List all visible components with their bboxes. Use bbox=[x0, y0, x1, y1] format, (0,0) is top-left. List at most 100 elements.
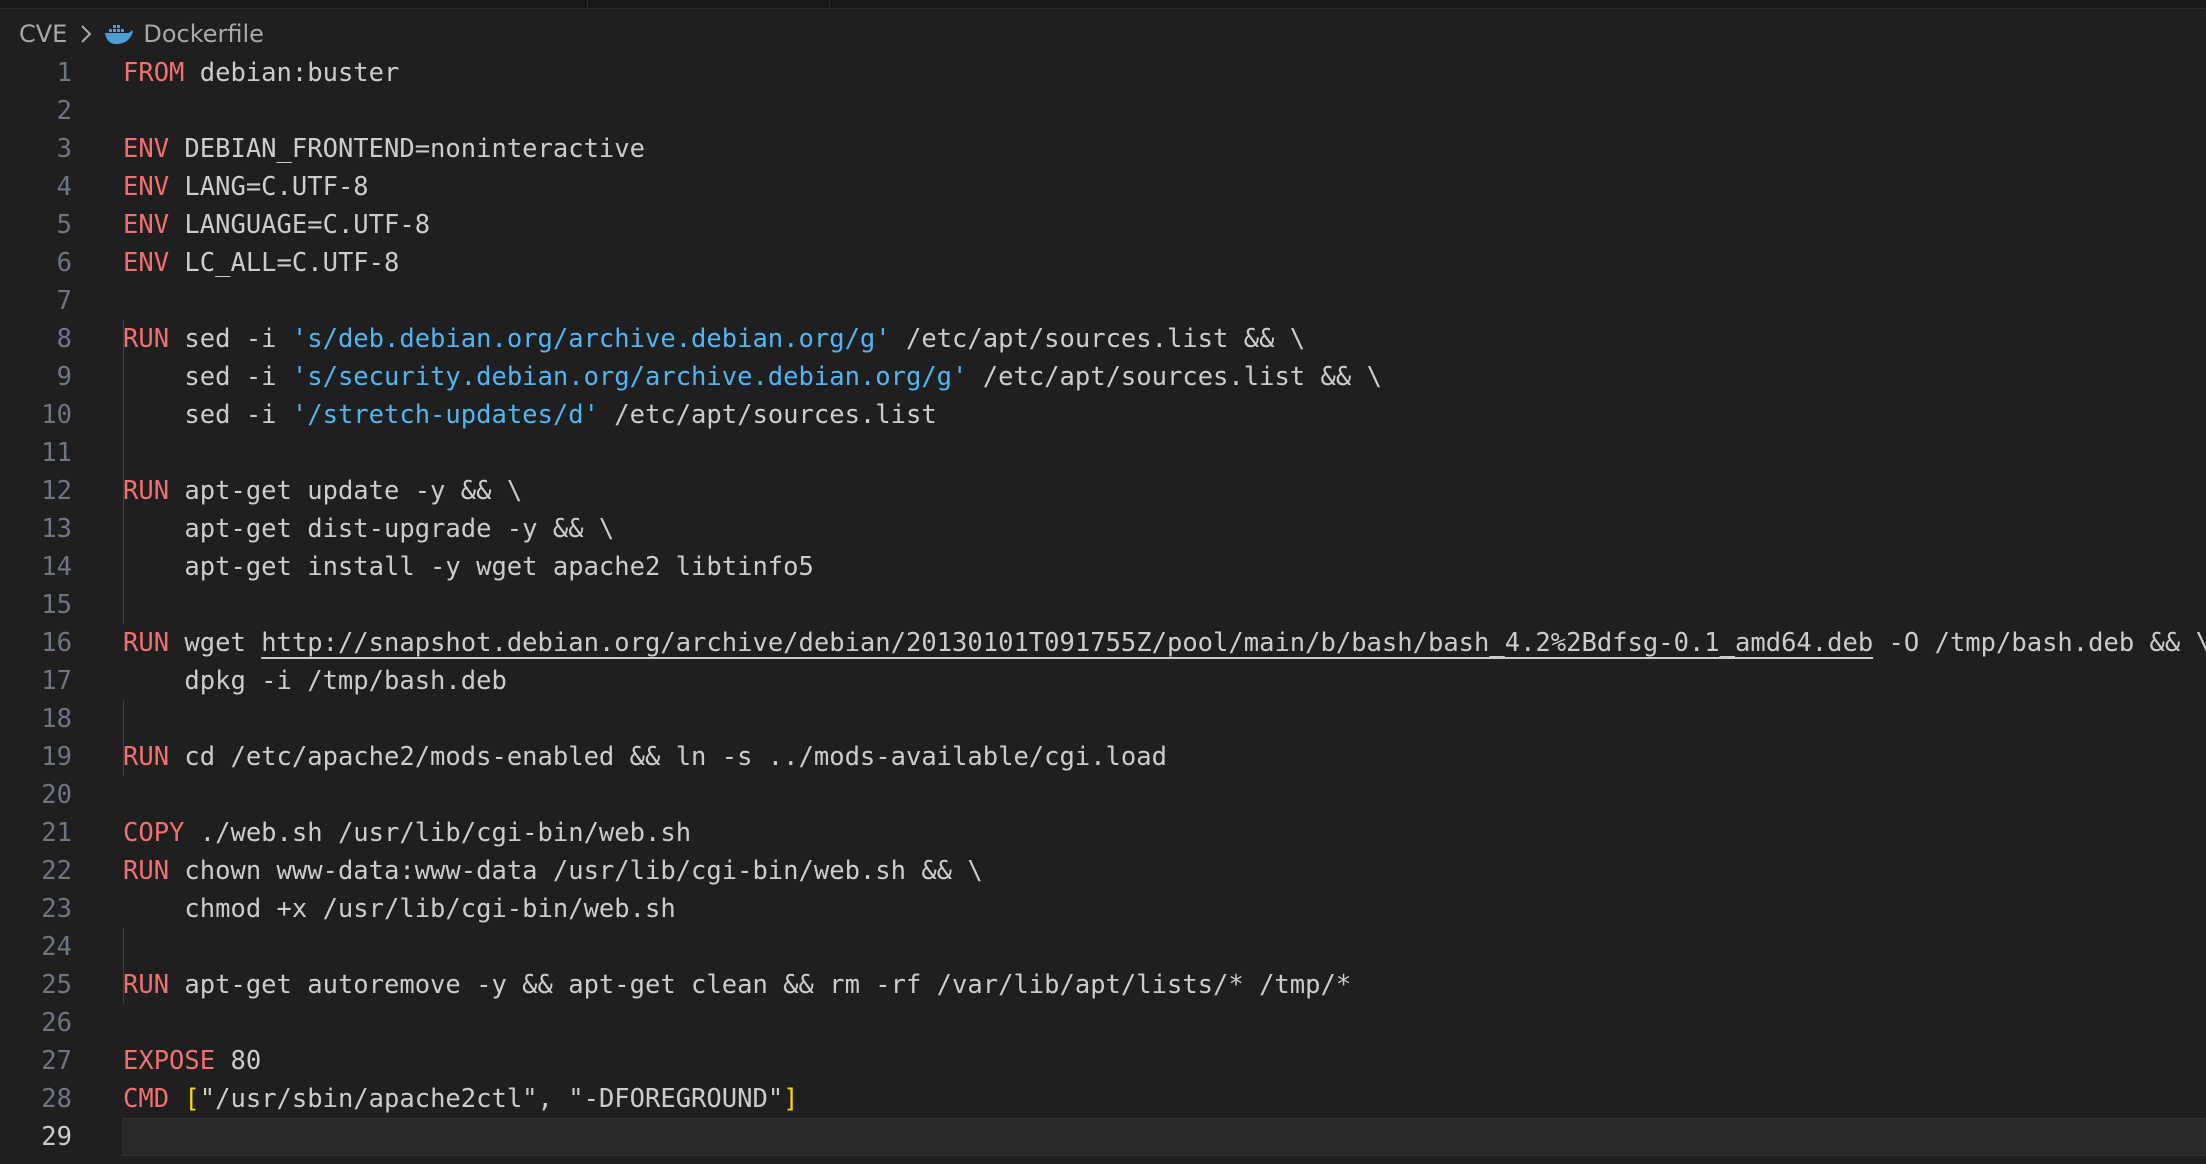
code-text: sed -i bbox=[123, 400, 292, 430]
code-text: "/usr/sbin/apache2ctl", "-DFOREGROUND" bbox=[199, 1084, 784, 1114]
code-line[interactable]: 6 ENV LC_ALL=C.UTF-8 bbox=[0, 244, 2206, 282]
breadcrumb: CVE Dockerfile bbox=[19, 14, 264, 54]
code-text: sed -i bbox=[123, 362, 292, 392]
line-code: RUN apt-get update -y && \ bbox=[123, 472, 522, 510]
code-line[interactable]: 11 bbox=[0, 434, 2206, 472]
string-token: 's/security.debian.org/archive.debian.or… bbox=[291, 362, 968, 392]
code-line[interactable]: 12 RUN apt-get update -y && \ bbox=[0, 472, 2206, 510]
keyword-token: ENV bbox=[123, 134, 170, 164]
code-text: -O /tmp/bash.deb && \ bbox=[1873, 628, 2206, 658]
code-line[interactable]: 23 chmod +x /usr/lib/cgi-bin/web.sh bbox=[0, 890, 2206, 928]
code-line[interactable]: 29 bbox=[0, 1118, 2206, 1156]
code-text: sed -i bbox=[169, 324, 292, 354]
code-line[interactable]: 20 bbox=[0, 776, 2206, 814]
keyword-token: FROM bbox=[123, 58, 185, 88]
line-number: 29 bbox=[41, 1122, 72, 1152]
code-text: LC_ALL=C.UTF-8 bbox=[169, 248, 400, 278]
line-number: 4 bbox=[56, 172, 72, 202]
code-text: wget bbox=[169, 628, 262, 658]
line-number: 15 bbox=[41, 590, 72, 620]
breadcrumb-folder[interactable]: CVE bbox=[19, 20, 67, 48]
line-code: sed -i '/stretch-updates/d' /etc/apt/sou… bbox=[123, 396, 936, 434]
code-line[interactable]: 2 bbox=[0, 92, 2206, 130]
line-number: 2 bbox=[56, 96, 72, 126]
code-line[interactable]: 16 RUN wget http://snapshot.debian.org/ar… bbox=[0, 624, 2206, 662]
line-code: CMD ["/usr/sbin/apache2ctl", "-DFOREGROU… bbox=[123, 1080, 799, 1118]
keyword-token: ENV bbox=[123, 210, 170, 240]
line-number: 16 bbox=[41, 628, 72, 658]
line-code: EXPOSE 80 bbox=[123, 1042, 261, 1080]
code-line[interactable]: 9 sed -i 's/security.debian.org/archive.… bbox=[0, 358, 2206, 396]
code-line[interactable]: 21 COPY ./web.sh /usr/lib/cgi-bin/web.sh bbox=[0, 814, 2206, 852]
keyword-token: RUN bbox=[123, 742, 170, 772]
keyword-token: RUN bbox=[123, 476, 170, 506]
code-line[interactable]: 26 bbox=[0, 1004, 2206, 1042]
keyword-token: RUN bbox=[123, 628, 170, 658]
code-text: dpkg -i /tmp/bash.deb bbox=[123, 666, 507, 696]
chevron-right-icon bbox=[71, 19, 101, 49]
line-number: 18 bbox=[41, 704, 72, 734]
code-editor[interactable]: 1 FROM debian:buster 2 3 ENV DEBIAN_FRONTEND… bbox=[0, 54, 2206, 1164]
line-number: 26 bbox=[41, 1008, 72, 1038]
line-code: apt-get install -y wget apache2 libtinfo… bbox=[123, 548, 814, 586]
line-number: 20 bbox=[41, 780, 72, 810]
line-number: 7 bbox=[56, 286, 72, 316]
code-line[interactable]: 27 EXPOSE 80 bbox=[0, 1042, 2206, 1080]
line-number: 12 bbox=[41, 476, 72, 506]
line-code: RUN sed -i 's/deb.debian.org/archive.deb… bbox=[123, 320, 1305, 358]
code-text: LANG=C.UTF-8 bbox=[169, 172, 369, 202]
code-line[interactable]: 7 bbox=[0, 282, 2206, 320]
code-line[interactable]: 28 CMD ["/usr/sbin/apache2ctl", "-DFOREGR… bbox=[0, 1080, 2206, 1118]
code-line[interactable]: 24 bbox=[0, 928, 2206, 966]
code-line[interactable]: 25 RUN apt-get autoremove -y && apt-get c… bbox=[0, 966, 2206, 1004]
code-text: apt-get update -y && \ bbox=[169, 476, 523, 506]
line-number: 28 bbox=[41, 1084, 72, 1114]
code-text: chown www-data:www-data /usr/lib/cgi-bin… bbox=[169, 856, 983, 886]
line-number: 1 bbox=[56, 58, 72, 88]
line-number: 25 bbox=[41, 970, 72, 1000]
line-number: 13 bbox=[41, 514, 72, 544]
code-text: apt-get dist-upgrade -y && \ bbox=[123, 514, 615, 544]
line-number: 9 bbox=[56, 362, 72, 392]
string-token: '/stretch-updates/d' bbox=[291, 400, 599, 430]
tab-separator bbox=[829, 0, 830, 8]
code-text: cd /etc/apache2/mods-enabled && ln -s ..… bbox=[169, 742, 1167, 772]
line-code: RUN chown www-data:www-data /usr/lib/cgi… bbox=[123, 852, 983, 890]
line-number: 17 bbox=[41, 666, 72, 696]
code-line[interactable]: 22 RUN chown www-data:www-data /usr/lib/c… bbox=[0, 852, 2206, 890]
code-line[interactable]: 19 RUN cd /etc/apache2/mods-enabled && ln… bbox=[0, 738, 2206, 776]
line-code: COPY ./web.sh /usr/lib/cgi-bin/web.sh bbox=[123, 814, 691, 852]
breadcrumb-file[interactable]: Dockerfile bbox=[143, 20, 264, 48]
line-code: ENV LC_ALL=C.UTF-8 bbox=[123, 244, 399, 282]
code-line[interactable]: 5 ENV LANGUAGE=C.UTF-8 bbox=[0, 206, 2206, 244]
line-code: dpkg -i /tmp/bash.deb bbox=[123, 662, 507, 700]
code-text: debian:buster bbox=[184, 58, 400, 88]
code-text: apt-get autoremove -y && apt-get clean &… bbox=[169, 970, 1352, 1000]
keyword-token: EXPOSE bbox=[123, 1046, 216, 1076]
code-line[interactable]: 4 ENV LANG=C.UTF-8 bbox=[0, 168, 2206, 206]
code-line[interactable]: 13 apt-get dist-upgrade -y && \ bbox=[0, 510, 2206, 548]
line-code: FROM debian:buster bbox=[123, 54, 399, 92]
current-line-highlight bbox=[122, 1118, 2206, 1156]
code-line[interactable]: 18 bbox=[0, 700, 2206, 738]
line-code: apt-get dist-upgrade -y && \ bbox=[123, 510, 614, 548]
keyword-token: ENV bbox=[123, 248, 170, 278]
code-line[interactable]: 17 dpkg -i /tmp/bash.deb bbox=[0, 662, 2206, 700]
line-number: 8 bbox=[56, 324, 72, 354]
code-line[interactable]: 3 ENV DEBIAN_FRONTEND=noninteractive bbox=[0, 130, 2206, 168]
code-line[interactable]: 14 apt-get install -y wget apache2 libti… bbox=[0, 548, 2206, 586]
code-line[interactable]: 1 FROM debian:buster bbox=[0, 54, 2206, 92]
url-link[interactable]: http://snapshot.debian.org/archive/debia… bbox=[261, 628, 1873, 658]
code-text: apt-get install -y wget apache2 libtinfo… bbox=[123, 552, 814, 582]
keyword-token: RUN bbox=[123, 970, 170, 1000]
string-token: 's/deb.debian.org/archive.debian.org/g' bbox=[291, 324, 891, 354]
line-number: 10 bbox=[41, 400, 72, 430]
code-line[interactable]: 15 bbox=[0, 586, 2206, 624]
code-line[interactable]: 10 sed -i '/stretch-updates/d' /etc/apt/… bbox=[0, 396, 2206, 434]
code-text: 80 bbox=[215, 1046, 262, 1076]
bracket-token: [ bbox=[184, 1084, 200, 1114]
bracket-token: ] bbox=[783, 1084, 799, 1114]
code-line[interactable]: 8 RUN sed -i 's/deb.debian.org/archive.de… bbox=[0, 320, 2206, 358]
docker-whale-icon bbox=[103, 21, 135, 47]
